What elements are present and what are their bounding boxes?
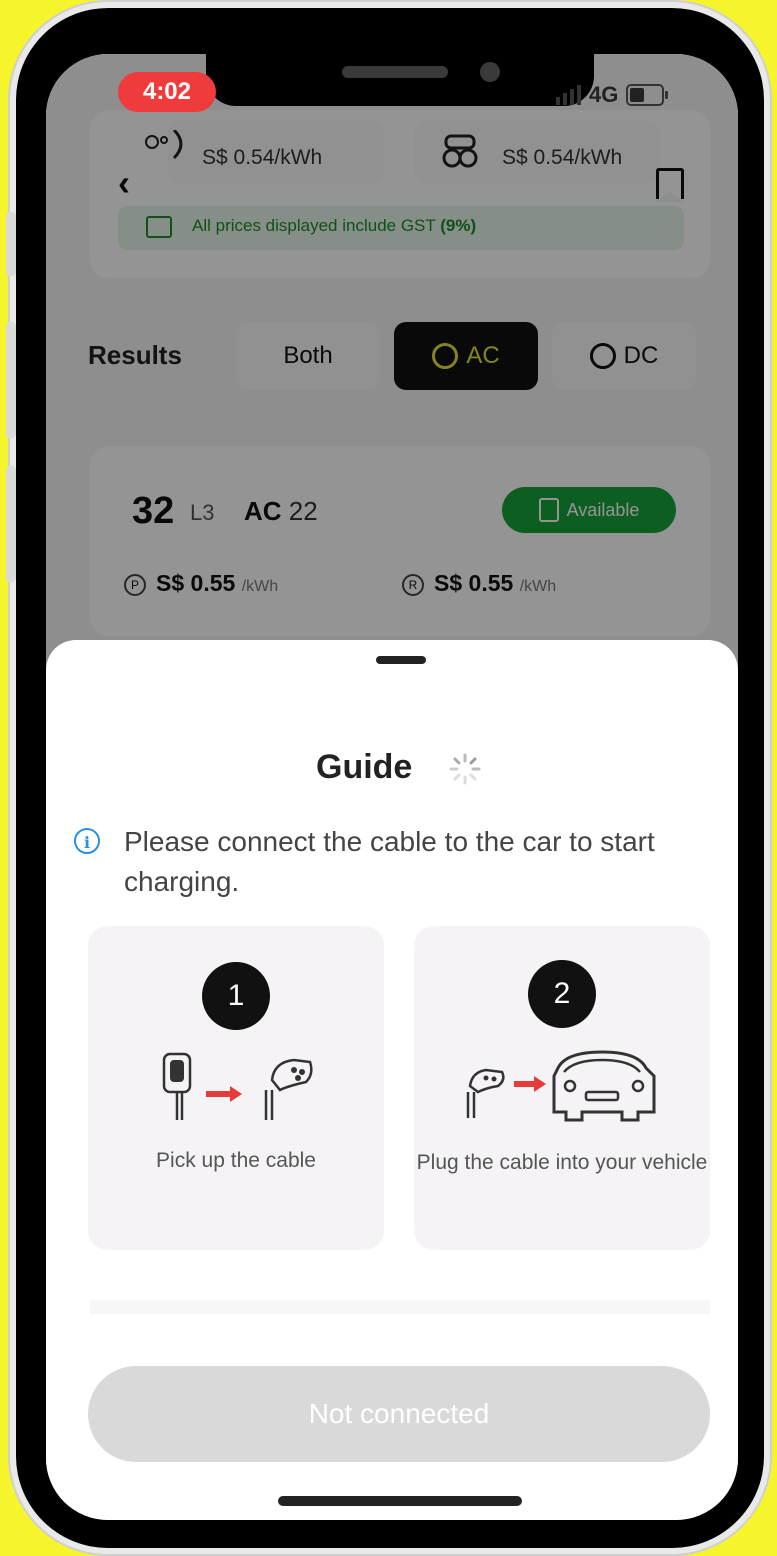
- home-indicator[interactable]: [278, 1496, 522, 1506]
- battery-icon: [626, 84, 669, 106]
- status-time: 4:02: [118, 72, 216, 112]
- status-indicators: 4G: [556, 82, 669, 108]
- phone-side-button: [6, 322, 16, 438]
- phone-side-button: [6, 212, 16, 276]
- loading-spinner-icon: [449, 753, 481, 785]
- sheet-drag-handle[interactable]: [376, 656, 426, 664]
- signal-icon: [556, 85, 581, 105]
- phone-notch: [206, 54, 594, 106]
- not-connected-button[interactable]: Not connected: [88, 1366, 710, 1462]
- network-type: 4G: [589, 82, 619, 107]
- sheet-divider: [90, 1300, 710, 1314]
- plug-into-vehicle-icon: [466, 1050, 656, 1122]
- step-number-1: 1: [202, 962, 270, 1030]
- phone-side-button: [6, 466, 16, 582]
- info-icon: i: [74, 828, 100, 854]
- step-caption-2: Plug the cable into your vehicle: [416, 1151, 708, 1174]
- step-number-2: 2: [528, 960, 596, 1028]
- pick-up-cable-icon: [162, 1052, 313, 1120]
- guide-info-text: Please connect the cable to the car to s…: [124, 826, 655, 897]
- step-caption-1: Pick up the cable: [156, 1149, 316, 1172]
- guide-title: Guide: [316, 748, 413, 786]
